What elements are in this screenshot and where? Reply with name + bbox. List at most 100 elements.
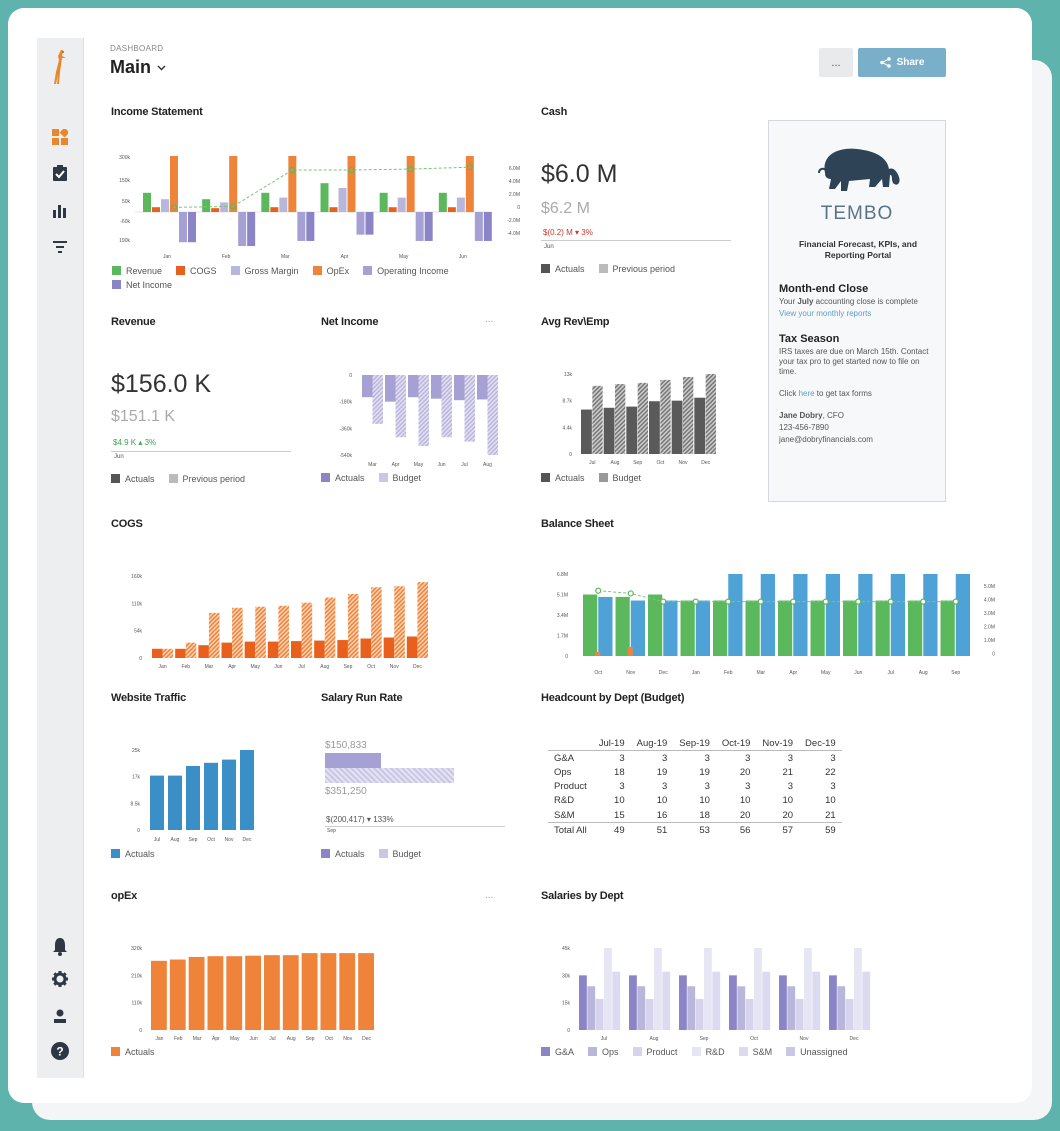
x-tick-label: Aug [287, 1036, 296, 1042]
bar-assets [875, 600, 890, 656]
cogs-chart[interactable]: 160k 110k 54k 0 Jan Feb Mar Apr May Jun Jul Aug Sep O… [110, 560, 430, 670]
legend-actuals[interactable]: Actuals [541, 473, 585, 483]
bar-actuals [649, 401, 660, 454]
share-button[interactable]: Share [858, 48, 946, 77]
giraffe-logo-icon[interactable] [49, 48, 71, 88]
income-statement-chart[interactable]: 300k 150k 50k -60k 190k 6.0M 4.0M 2.0M 0 -2.0M -4.… [110, 146, 530, 266]
dashboard-icon[interactable] [49, 126, 71, 148]
x-tick-label: Sep [700, 1036, 709, 1042]
table-cell: Total All [548, 822, 593, 838]
salary-axis-line [325, 826, 505, 827]
legend-rd[interactable]: R&D [691, 1047, 725, 1057]
legend-actuals[interactable]: Actuals [111, 474, 155, 484]
bar-small [595, 652, 601, 656]
net-income-more-button[interactable]: ... [485, 314, 493, 325]
opex-chart[interactable]: 320k 210k 110k 0 Jan Feb Mar Apr May Jun Jul Aug Sep… [110, 934, 380, 1044]
table-row: Product 3 3 3 3 3 3 [548, 780, 842, 794]
legend-gross-margin[interactable]: Gross Margin [230, 266, 299, 276]
legend-budget[interactable]: Budget [598, 473, 641, 483]
gear-icon[interactable] [49, 968, 71, 990]
monthly-reports-link[interactable]: View your monthly reports [779, 309, 935, 319]
tax-forms-link[interactable]: here [799, 389, 815, 398]
legend-net-income[interactable]: Net Income [112, 280, 172, 290]
bar-actuals [175, 648, 186, 658]
legend-budget[interactable]: Budget [378, 849, 421, 859]
legend-product[interactable]: Product [632, 1047, 678, 1057]
salaries-by-dept-chart[interactable]: 45k 30k 15k 0 Jul Aug Sep Oct Nov Dec [540, 934, 880, 1044]
column-header [548, 736, 593, 752]
legend-budget[interactable]: Budget [378, 473, 421, 483]
legend-revenue[interactable]: Revenue [112, 266, 162, 276]
legend-actuals[interactable]: Actuals [541, 264, 585, 274]
x-tick-label: Mar [368, 462, 377, 468]
share-label: Share [896, 57, 925, 68]
legend-actuals[interactable]: Actuals [321, 849, 365, 859]
legend-cogs[interactable]: COGS [176, 266, 217, 276]
revenue-axis-label: Jun [114, 454, 124, 460]
bar-assets [583, 594, 598, 656]
column-header: Oct-19 [715, 736, 757, 752]
legend-unassigned[interactable]: Unassigned [786, 1047, 848, 1057]
bar-budget [464, 375, 475, 442]
net-income-chart[interactable]: 0 -180k -360k -540k Mar Apr May Jun Jul Aug [320, 360, 500, 470]
avg-rev-emp-chart[interactable]: 13k 8.7k 4.4k 0 Jul Aug Sep Oct Nov Dec [540, 360, 720, 470]
bar-actuals [291, 641, 302, 658]
legend-actuals[interactable]: Actuals [321, 473, 365, 483]
bar-opex [170, 156, 178, 212]
legend-sm[interactable]: S&M [738, 1047, 772, 1057]
bar-actuals [320, 953, 337, 1030]
filter-icon[interactable] [49, 236, 71, 258]
balance-sheet-chart[interactable]: 6.8M 5.1M 3.4M 1.7M 0 5.0M 4.0M 3.0M 2.0M 1.0M 0 Oc… [540, 560, 1000, 676]
salary-budget-bar[interactable] [325, 768, 454, 783]
bar-net-income [247, 212, 256, 246]
website-traffic-chart[interactable]: 25k 17k 8.5k 0 Jul Aug Sep Oct Nov Dec [110, 734, 260, 846]
dashboard-selector[interactable]: Main [110, 57, 166, 78]
bar-cogs [388, 207, 397, 212]
x-tick-label: Apr [789, 670, 797, 676]
x-tick-label: May [414, 462, 424, 468]
salary-actual-bar[interactable] [325, 753, 381, 768]
y-tick-label: 45k [562, 946, 571, 952]
bar-liabilities [955, 574, 970, 656]
legend-previous[interactable]: Previous period [168, 474, 245, 484]
legend-ops[interactable]: Ops [588, 1047, 619, 1057]
legend-previous[interactable]: Previous period [598, 264, 675, 274]
bell-icon[interactable] [49, 936, 71, 958]
legend-ga[interactable]: G&A [541, 1047, 574, 1057]
help-icon[interactable]: ? [49, 1040, 71, 1062]
x-tick-label: Jul [269, 1036, 275, 1042]
bar-chart-icon[interactable] [49, 200, 71, 222]
more-options-button[interactable]: ... [819, 48, 853, 77]
bar-budget [417, 582, 428, 658]
legend-opex[interactable]: OpEx [312, 266, 349, 276]
table-cell: 3 [704, 781, 710, 793]
clipboard-check-icon[interactable] [49, 162, 71, 184]
y-tick-label: 6.8M [557, 572, 568, 578]
x-tick-label: Jan [159, 664, 167, 670]
tembo-info-panel: TEMBO Financial Forecast, KPIs, and Repo… [768, 120, 946, 502]
bar-actuals [204, 762, 218, 830]
y-tick-label: 320k [131, 946, 142, 952]
legend-operating-income[interactable]: Operating Income [363, 266, 449, 276]
table-cell: 10 [614, 795, 625, 807]
bar-operating-income [179, 212, 187, 243]
bar-rd [654, 948, 662, 1030]
signature-email[interactable]: jane@dobryfinancials.com [779, 435, 935, 445]
x-tick-label: Feb [724, 670, 733, 676]
table-cell: 3 [830, 781, 836, 793]
bar-ga [829, 975, 837, 1030]
bar-actuals [150, 775, 164, 830]
bar-ga [779, 975, 787, 1030]
cash-delta: $(0.2) M ▾ 3% [543, 228, 593, 237]
bar-liabilities [923, 574, 938, 656]
opex-more-button[interactable]: ... [485, 890, 493, 901]
bar-revenue [261, 192, 270, 212]
legend-actuals[interactable]: Actuals [111, 849, 155, 859]
net-income-legend: Actuals Budget [321, 473, 421, 483]
user-icon[interactable] [49, 1005, 71, 1027]
y-tick-label: -180k [339, 400, 352, 406]
legend-actuals[interactable]: Actuals [111, 1047, 155, 1057]
bar-assets [843, 600, 858, 656]
y-tick-label: 0 [565, 654, 568, 660]
table-cell: 18 [699, 809, 710, 821]
